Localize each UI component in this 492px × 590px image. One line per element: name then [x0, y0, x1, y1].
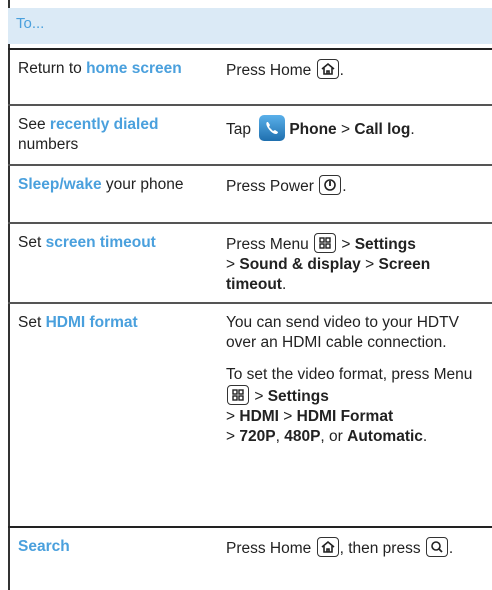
instruction-cell: You can send video to your HDTV over an … — [226, 313, 492, 447]
menu-key-icon — [227, 385, 249, 405]
task-label-end: numbers — [18, 136, 79, 153]
instruction-bold: Automatic — [347, 428, 423, 445]
task-label: Set — [18, 314, 42, 331]
task-cell: Set HDMI format — [18, 313, 198, 333]
task-keyword: Sleep/wake — [18, 176, 102, 193]
instruction-sep: > — [226, 408, 236, 425]
instruction-bold: Call log — [354, 121, 411, 138]
instruction-cell: Press Power . — [226, 175, 492, 197]
task-label: See — [18, 116, 46, 133]
instruction-text: To set the video format, press Menu — [226, 366, 473, 383]
table-row: Set HDMI format You can send video to yo… — [8, 302, 492, 526]
instruction-text: Press Power — [226, 178, 314, 195]
instruction-sep: > — [365, 256, 375, 273]
instruction-sep: > — [341, 236, 351, 253]
task-label: your phone — [105, 176, 184, 193]
instruction-bold: HDMI Format — [296, 408, 394, 425]
instruction-sep: > — [341, 121, 351, 138]
instruction-sep: > — [226, 256, 236, 273]
table-row: Set screen timeout Press Menu > Settings… — [8, 222, 492, 302]
search-key-icon — [425, 537, 448, 557]
instruction-bold: Sound & display — [239, 256, 361, 273]
instruction-or: , or — [320, 428, 343, 445]
task-keyword: recently dialed — [49, 116, 159, 133]
instruction-end: . — [281, 276, 287, 293]
task-cell: Return to home screen — [18, 59, 198, 79]
task-cell: Search — [18, 537, 198, 557]
page: To... Return to home screen Press Home .… — [0, 0, 492, 590]
menu-key-icon — [314, 233, 337, 253]
table-header: To... — [8, 8, 492, 44]
instruction-bold: Settings — [354, 236, 416, 253]
instruction-text: Press Home — [226, 62, 312, 79]
power-key-icon — [319, 175, 342, 195]
table-row: Search Press Home , then press . — [8, 526, 492, 590]
instruction-bold: HDMI — [239, 408, 279, 425]
instruction-cell: Press Home . — [226, 59, 492, 81]
instruction-end: . — [410, 121, 415, 138]
instruction-bold: Settings — [267, 388, 329, 405]
instruction-text: Press Home — [226, 540, 312, 557]
instruction-cell: Tap Phone > Call log. — [226, 115, 492, 141]
task-label: Set — [18, 234, 42, 251]
instruction-sep: > — [226, 428, 236, 445]
instruction-end: . — [342, 178, 347, 195]
home-key-icon — [316, 59, 339, 79]
table-row: Sleep/wake your phone Press Power . — [8, 164, 492, 222]
task-cell: Sleep/wake your phone — [18, 175, 198, 195]
instruction-paragraph: To set the video format, press Menu > Se… — [226, 365, 492, 447]
instruction-end: . — [422, 428, 428, 445]
header-label: To... — [16, 15, 45, 32]
task-keyword: Search — [18, 538, 70, 555]
task-cell: Set screen timeout — [18, 233, 198, 253]
task-keyword: screen timeout — [45, 234, 156, 251]
instruction-end: . — [339, 62, 344, 79]
instruction-cell: Press Menu > Settings > Sound & display … — [226, 233, 492, 295]
instruction-bold: 720P — [239, 428, 276, 445]
task-cell: See recently dialed numbers — [18, 115, 198, 155]
instruction-paragraph: You can send video to your HDTV over an … — [226, 314, 459, 351]
instruction-text: Press Menu — [226, 236, 309, 253]
instruction-bold: Phone — [289, 121, 337, 138]
instruction-sep: > — [283, 408, 293, 425]
task-keyword: Return to home screen — [18, 60, 182, 77]
home-key-icon — [316, 537, 339, 557]
instruction-text: Tap — [226, 121, 251, 138]
table-row: Return to home screen Press Home . — [8, 48, 492, 104]
task-keyword: HDMI format — [45, 314, 138, 331]
instruction-mid: , then press — [339, 540, 421, 557]
phone-app-icon — [259, 115, 286, 141]
instruction-sep: > — [254, 388, 264, 405]
instruction-cell: Press Home , then press . — [226, 537, 492, 559]
instruction-end: . — [448, 540, 454, 557]
table-row: See recently dialed numbers Tap Phone > … — [8, 104, 492, 164]
instruction-comma: , — [275, 428, 280, 445]
instruction-bold: 480P — [284, 428, 321, 445]
